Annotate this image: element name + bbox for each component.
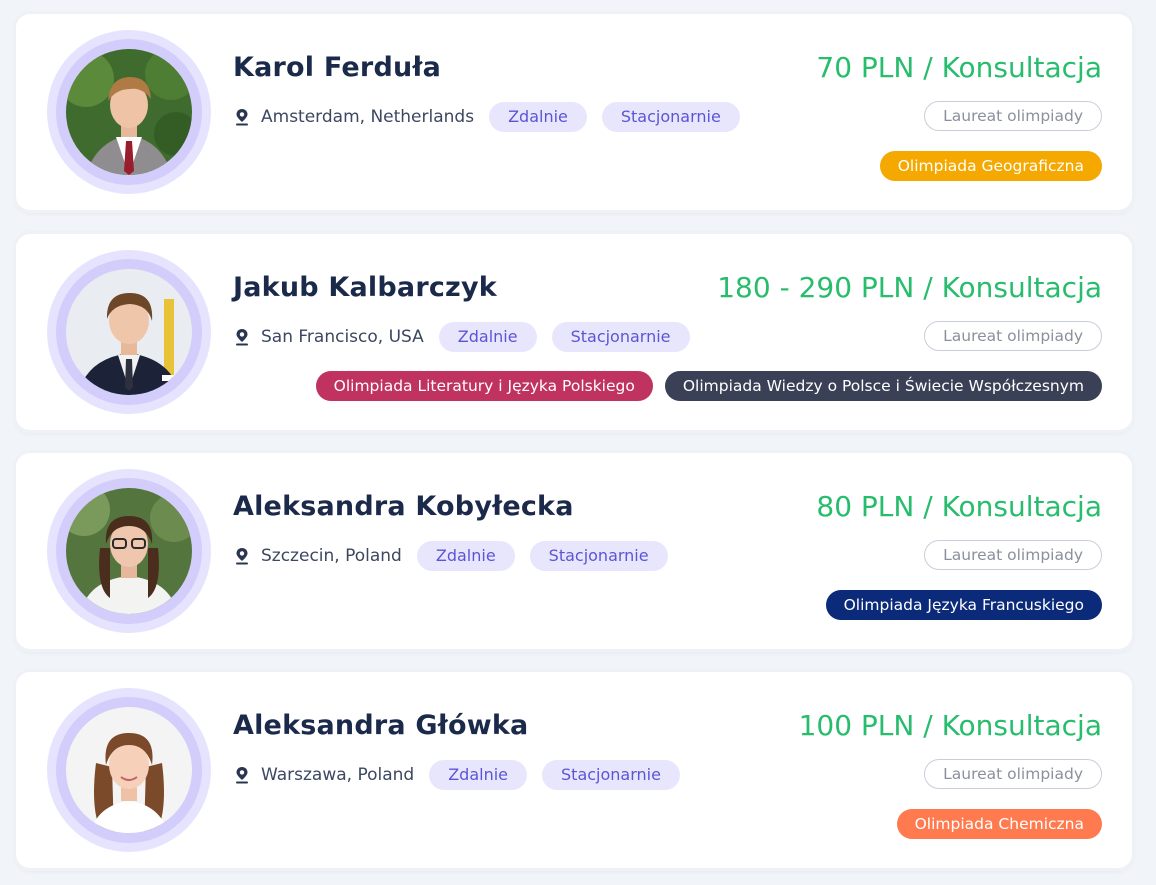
tutor-name[interactable]: Karol Ferduła — [233, 48, 441, 88]
tutor-card[interactable]: Aleksandra Kobyłecka 80 PLN / Konsultacj… — [16, 453, 1132, 649]
tutor-meta: Warszawa, Poland Zdalnie Stacjonarnie — [234, 760, 695, 790]
olympiad-tag: Olimpiada Literatury i Języka Polskiego — [315, 371, 653, 401]
mode-tag-in-person: Stacjonarnie — [529, 541, 668, 571]
olympiad-tags: Olimpiada Literatury i Języka Polskiego … — [315, 371, 1102, 401]
tutor-meta: San Francisco, USA Zdalnie Stacjonarnie — [234, 322, 705, 352]
avatar[interactable] — [66, 49, 192, 175]
avatar-ring — [47, 469, 211, 633]
mode-tag-remote: Zdalnie — [429, 760, 528, 790]
tutor-meta: Amsterdam, Netherlands Zdalnie Stacjonar… — [234, 102, 755, 132]
map-pin-icon — [234, 547, 250, 565]
mode-tag-in-person: Stacjonarnie — [551, 322, 690, 352]
tutor-name[interactable]: Aleksandra Kobyłecka — [233, 487, 574, 527]
olympiad-tag: Olimpiada Wiedzy o Polsce i Świecie Wspó… — [664, 371, 1102, 401]
laureate-badge: Laureat olimpiady — [924, 321, 1102, 351]
tutor-price: 100 PLN / Konsultacja — [798, 709, 1102, 742]
map-pin-icon — [234, 108, 250, 126]
avatar-ring — [47, 688, 211, 852]
map-pin-icon — [234, 328, 250, 346]
mode-tag-remote: Zdalnie — [489, 102, 587, 132]
avatar-photo — [66, 49, 192, 175]
mode-tag-in-person: Stacjonarnie — [601, 102, 740, 132]
tutor-price: 80 PLN / Konsultacja — [816, 490, 1102, 523]
tutor-list: Karol Ferduła 70 PLN / Konsultacja Amste… — [0, 0, 1156, 885]
tutor-price: 70 PLN / Konsultacja — [816, 51, 1102, 84]
tutor-location: Szczecin, Poland — [261, 546, 402, 566]
avatar[interactable] — [66, 269, 192, 395]
olympiad-tags: Olimpiada Geograficzna — [879, 151, 1102, 181]
mode-tag-remote: Zdalnie — [438, 322, 537, 352]
avatar[interactable] — [66, 707, 192, 833]
mode-tag-remote: Zdalnie — [416, 541, 515, 571]
tutor-price: 180 - 290 PLN / Konsultacja — [717, 271, 1102, 304]
laureate-badge: Laureat olimpiady — [924, 540, 1102, 570]
laureate-badge: Laureat olimpiady — [924, 101, 1102, 131]
tutor-card[interactable]: Karol Ferduła 70 PLN / Konsultacja Amste… — [16, 14, 1132, 210]
laureate-badge: Laureat olimpiady — [924, 759, 1102, 789]
tutor-location: Amsterdam, Netherlands — [261, 107, 475, 127]
tutor-name[interactable]: Jakub Kalbarczyk — [233, 268, 497, 308]
tutor-card[interactable]: Aleksandra Główka 100 PLN / Konsultacja … — [16, 672, 1132, 868]
olympiad-tag: Olimpiada Języka Francuskiego — [825, 590, 1102, 620]
olympiad-tag: Olimpiada Geograficzna — [879, 151, 1102, 181]
tutor-name[interactable]: Aleksandra Główka — [233, 706, 528, 746]
tutor-meta: Szczecin, Poland Zdalnie Stacjonarnie — [234, 541, 683, 571]
olympiad-tags: Olimpiada Chemiczna — [896, 809, 1102, 839]
tutor-location: Warszawa, Poland — [261, 765, 415, 785]
olympiad-tag: Olimpiada Chemiczna — [896, 809, 1102, 839]
mode-tag-in-person: Stacjonarnie — [542, 760, 680, 790]
avatar[interactable] — [66, 488, 192, 614]
avatar-photo — [66, 488, 192, 614]
tutor-location: San Francisco, USA — [261, 327, 424, 347]
avatar-ring — [47, 30, 211, 194]
avatar-photo — [66, 707, 192, 833]
avatar-ring — [47, 250, 211, 414]
olympiad-tags: Olimpiada Języka Francuskiego — [825, 590, 1102, 620]
avatar-photo — [66, 269, 192, 395]
map-pin-icon — [234, 766, 250, 784]
tutor-card[interactable]: Jakub Kalbarczyk 180 - 290 PLN / Konsult… — [16, 234, 1132, 430]
